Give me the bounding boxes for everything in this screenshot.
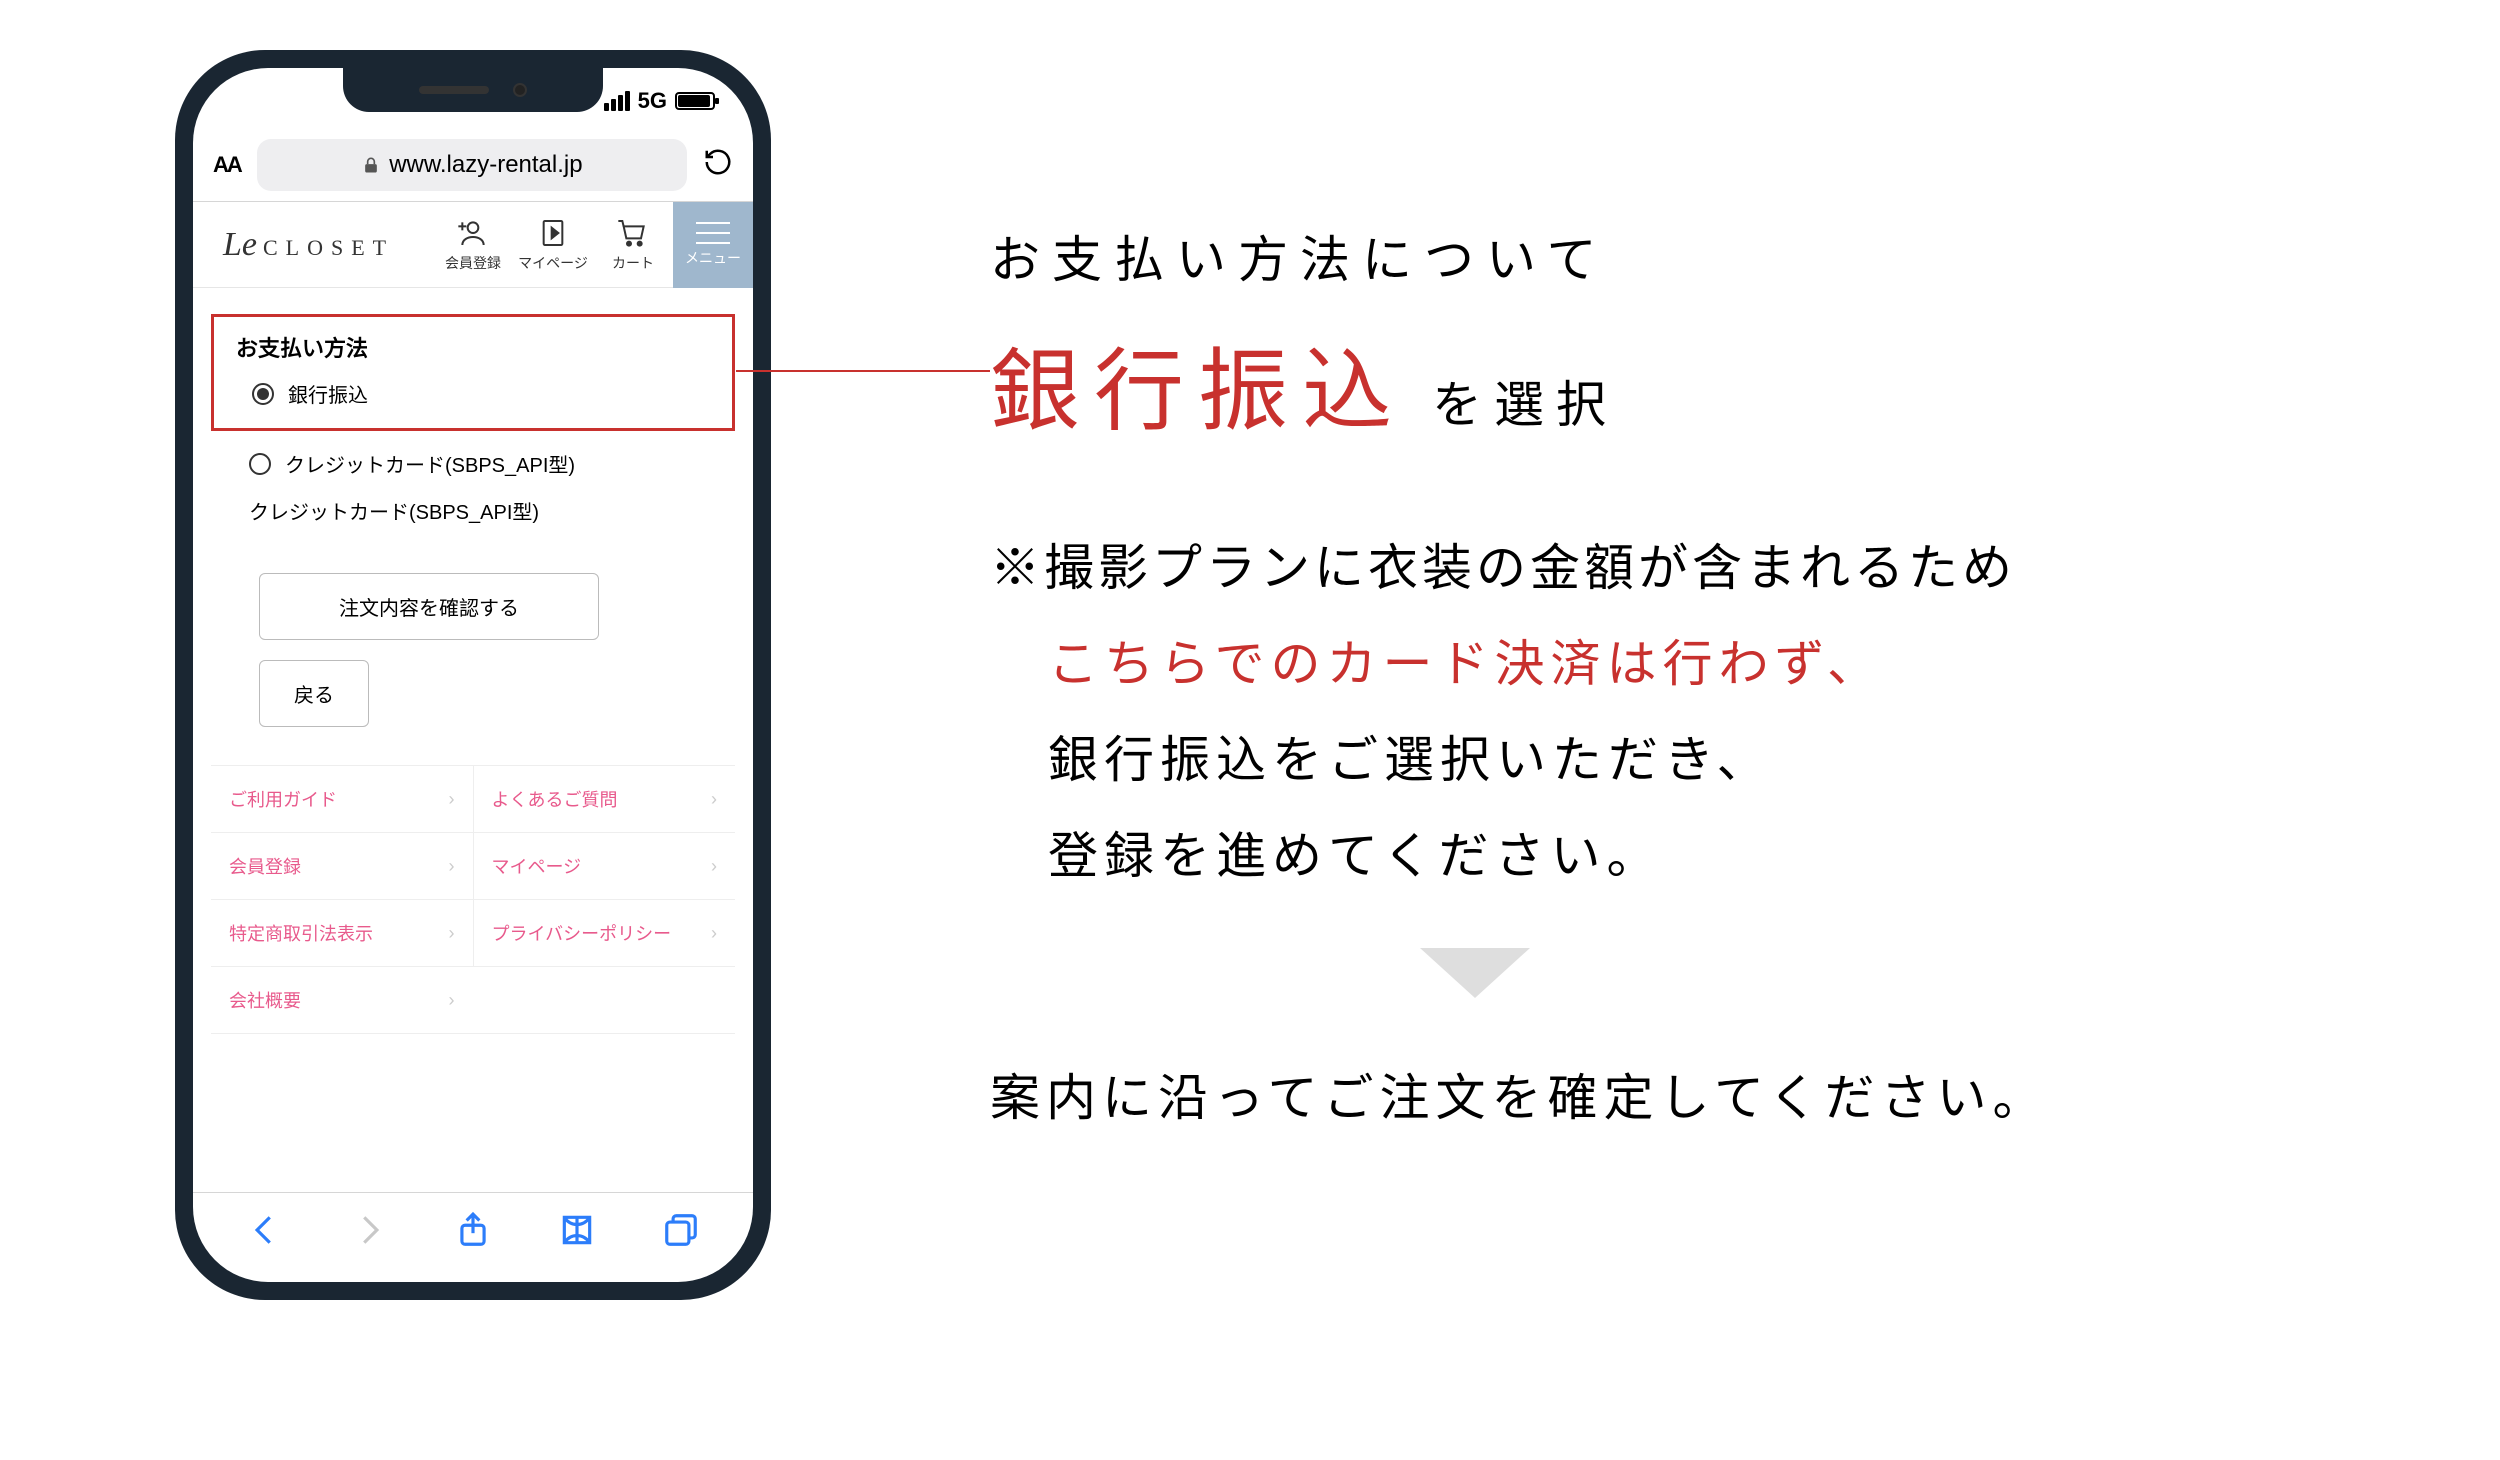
callout-connector bbox=[736, 370, 990, 372]
footer-link-privacy[interactable]: プライバシーポリシー › bbox=[473, 900, 736, 966]
bookmarks-button[interactable] bbox=[558, 1211, 596, 1254]
page-content: お支払い方法 銀行振込 クレジットカード(SBPS_API型) クレジットカード… bbox=[193, 288, 753, 1192]
chevron-right-icon: › bbox=[711, 923, 717, 944]
radio-icon bbox=[252, 383, 274, 405]
text-size-button[interactable]: AA bbox=[213, 152, 241, 178]
instruction-highlight: 銀行振込 bbox=[990, 318, 1406, 448]
instruction-panel: お支払い方法について 銀行振込 を選択 ※撮影プランに衣装の金額が含まれるため … bbox=[990, 220, 2410, 1130]
instruction-note-c: 銀行振込をご選択いただき、 bbox=[1048, 720, 2410, 792]
footer-link-register[interactable]: 会員登録 › bbox=[211, 833, 473, 899]
chevron-right-icon: › bbox=[449, 990, 455, 1011]
hamburger-icon bbox=[696, 222, 730, 244]
forward-nav-button[interactable] bbox=[350, 1211, 388, 1254]
confirm-order-button[interactable]: 注文内容を確認する bbox=[259, 573, 599, 640]
down-arrow-icon bbox=[1420, 948, 1530, 998]
instruction-final: 案内に沿ってご注文を確定してください。 bbox=[990, 1058, 2410, 1130]
site-logo[interactable]: Le CLOSET bbox=[223, 226, 433, 264]
instruction-line-1: お支払い方法について bbox=[990, 220, 2410, 292]
footer-link-company[interactable]: 会社概要 › bbox=[211, 967, 473, 1033]
site-header: Le CLOSET 会員登録 マイページ カート メニュー bbox=[193, 202, 753, 288]
footer-link-guide[interactable]: ご利用ガイド › bbox=[211, 766, 473, 832]
radio-icon bbox=[249, 453, 271, 475]
radio-label: 銀行振込 bbox=[288, 379, 368, 408]
iphone-screen: 5G AA www.lazy-rental.jp bbox=[193, 68, 753, 1282]
chevron-right-icon: › bbox=[711, 856, 717, 877]
footer-link-legal[interactable]: 特定商取引法表示 › bbox=[211, 900, 473, 966]
safari-address-bar: AA www.lazy-rental.jp bbox=[193, 128, 753, 202]
payment-heading: お支払い方法 bbox=[236, 331, 710, 363]
back-button[interactable]: 戻る bbox=[259, 660, 369, 727]
instruction-note-a: ※撮影プランに衣装の金額が含まれるため bbox=[990, 528, 2410, 600]
saved-method-label: クレジットカード(SBPS_API型) bbox=[249, 496, 725, 525]
back-nav-button[interactable] bbox=[246, 1211, 284, 1254]
share-button[interactable] bbox=[454, 1211, 492, 1254]
url-text: www.lazy-rental.jp bbox=[389, 151, 582, 179]
menu-button[interactable]: メニュー bbox=[673, 202, 753, 288]
tabs-button[interactable] bbox=[662, 1211, 700, 1254]
safari-toolbar bbox=[193, 1192, 753, 1282]
footer-link-mypage[interactable]: マイページ › bbox=[473, 833, 736, 899]
radio-bank-transfer[interactable]: 銀行振込 bbox=[252, 379, 710, 408]
payment-method-box: お支払い方法 銀行振込 bbox=[211, 314, 735, 431]
signal-icon bbox=[604, 91, 630, 111]
mypage-button[interactable]: マイページ bbox=[513, 217, 593, 273]
lock-icon bbox=[361, 155, 381, 175]
chevron-right-icon: › bbox=[449, 856, 455, 877]
cart-button[interactable]: カート bbox=[593, 217, 673, 273]
register-button[interactable]: 会員登録 bbox=[433, 217, 513, 273]
radio-label: クレジットカード(SBPS_API型) bbox=[285, 449, 575, 478]
chevron-right-icon: › bbox=[449, 789, 455, 810]
chevron-right-icon: › bbox=[449, 923, 455, 944]
footer-link-faq[interactable]: よくあるご質問 › bbox=[473, 766, 736, 832]
chevron-right-icon: › bbox=[711, 789, 717, 810]
instruction-note-b: こちらでのカード決済は行わず、 bbox=[1048, 624, 2410, 696]
url-field[interactable]: www.lazy-rental.jp bbox=[257, 139, 687, 191]
network-label: 5G bbox=[638, 88, 667, 114]
radio-credit-card[interactable]: クレジットカード(SBPS_API型) bbox=[249, 449, 725, 478]
footer-links: ご利用ガイド › よくあるご質問 › 会員登録 › マイページ bbox=[211, 765, 735, 1034]
instruction-suffix: を選択 bbox=[1432, 365, 1618, 437]
iphone-notch bbox=[343, 68, 603, 112]
battery-icon bbox=[675, 92, 715, 110]
iphone-frame: 5G AA www.lazy-rental.jp bbox=[175, 50, 771, 1300]
reload-button[interactable] bbox=[703, 147, 733, 182]
instruction-note-d: 登録を進めてください。 bbox=[1048, 816, 2410, 888]
